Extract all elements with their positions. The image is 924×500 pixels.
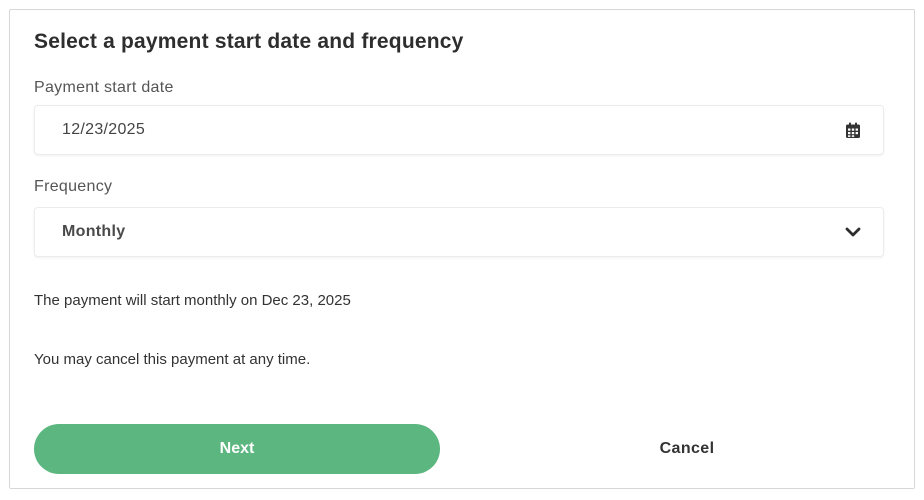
frequency-select[interactable]: Monthly (34, 207, 884, 257)
frequency-value: Monthly (62, 223, 126, 240)
calendar-icon[interactable] (843, 120, 863, 140)
start-date-value: 12/23/2025 (62, 121, 146, 138)
dialog-title: Select a payment start date and frequenc… (34, 30, 464, 53)
next-button[interactable]: Next (34, 424, 440, 474)
start-date-input[interactable]: 12/23/2025 (34, 105, 884, 155)
payment-schedule-dialog: Select a payment start date and frequenc… (9, 9, 915, 489)
cancel-button[interactable]: Cancel (484, 424, 890, 474)
start-summary-text: The payment will start monthly on Dec 23… (34, 292, 351, 309)
cancel-notice-text: You may cancel this payment at any time. (34, 351, 311, 368)
chevron-down-icon[interactable] (843, 222, 863, 242)
frequency-label: Frequency (34, 178, 113, 195)
start-date-label: Payment start date (34, 79, 174, 96)
